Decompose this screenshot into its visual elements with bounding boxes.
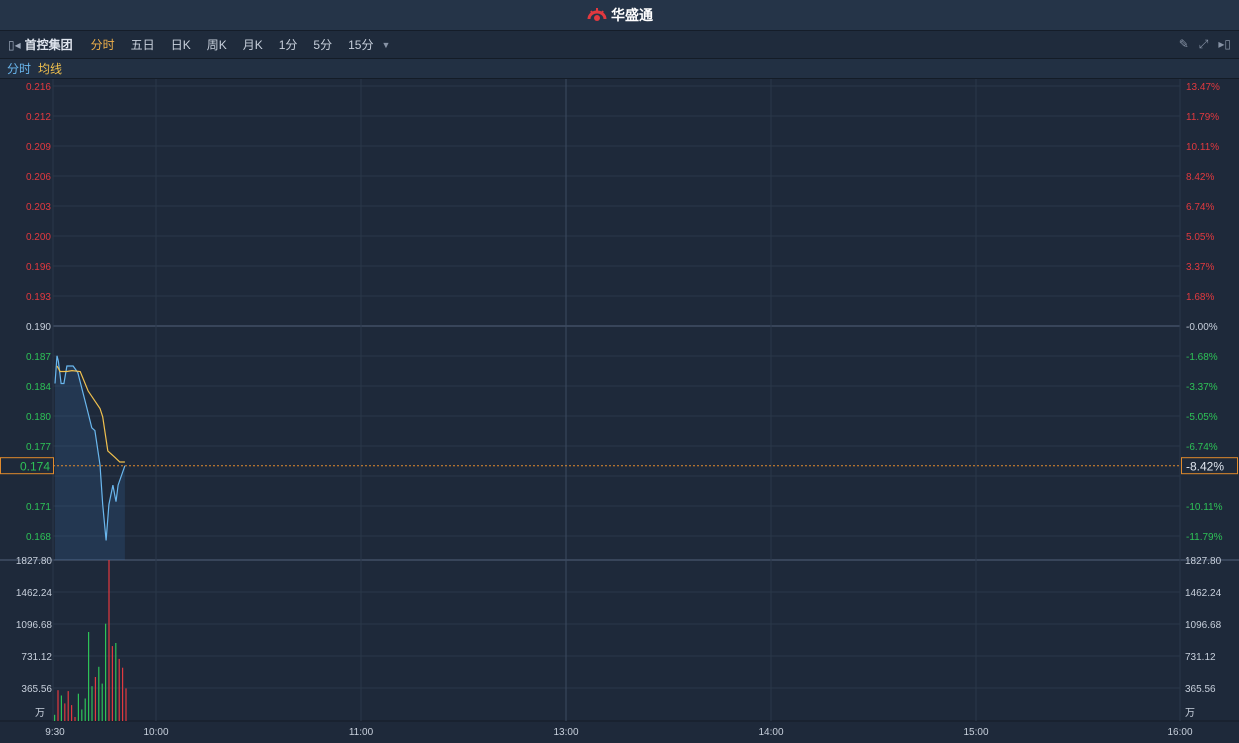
pct-axis-label: 6.74% <box>1186 202 1214 213</box>
volume-axis-label: 1462.24 <box>16 588 53 599</box>
volume-bar <box>54 714 56 721</box>
volume-bar <box>71 705 73 721</box>
price-axis-label: 0.180 <box>26 412 51 423</box>
volume-bar <box>111 646 113 721</box>
price-axis-label: 0.206 <box>26 172 51 183</box>
volume-unit-label-right: 万 <box>1185 708 1195 719</box>
price-axis-label: 0.168 <box>26 532 51 543</box>
pct-axis-label: 8.42% <box>1186 172 1214 183</box>
volume-axis-label: 1827.80 <box>16 556 53 567</box>
pct-axis-label: 10.11% <box>1186 142 1219 153</box>
volume-axis-label-right: 1462.24 <box>1185 588 1222 599</box>
current-pct-value: -8.42% <box>1186 460 1224 474</box>
price-axis-label: 0.187 <box>26 352 51 363</box>
price-axis-label: 0.184 <box>26 382 51 393</box>
price-axis-label: 0.193 <box>26 292 51 303</box>
price-axis-label: 0.177 <box>26 442 51 453</box>
volume-bar <box>81 709 83 721</box>
volume-bar <box>74 717 76 721</box>
intraday-chart: 0.216 13.47% 0.212 11.79% 0.209 10.11% 0.206 8.… <box>0 79 1239 738</box>
time-axis-label: 16:00 <box>1167 727 1192 738</box>
price-axis-label: 0.216 <box>26 82 51 93</box>
price-axis-label: 0.190 <box>26 322 51 333</box>
time-axis-label: 10:00 <box>143 727 168 738</box>
time-axis-label: 11:00 <box>349 727 374 738</box>
plot-area <box>53 79 1180 721</box>
volume-bar <box>57 690 59 721</box>
volume-axis-label-right: 365.56 <box>1185 684 1216 695</box>
pct-axis-label: -10.11% <box>1186 502 1223 513</box>
volume-axis-label: 365.56 <box>21 684 52 695</box>
time-axis-label: 15:00 <box>963 727 988 738</box>
pct-axis-label: -6.74% <box>1186 442 1218 453</box>
pct-axis-label: -11.79% <box>1186 532 1223 543</box>
volume-bar <box>88 632 90 721</box>
pct-axis-label: -3.37% <box>1186 382 1218 393</box>
price-axis-label: 0.196 <box>26 262 51 273</box>
volume-bar <box>67 691 69 721</box>
volume-bar <box>60 695 62 721</box>
pct-axis-label: -0.00% <box>1186 322 1218 333</box>
price-axis-label: 0.212 <box>26 112 51 123</box>
volume-bar <box>118 658 120 721</box>
current-price-value: 0.174 <box>20 460 50 474</box>
volume-bar <box>91 686 93 721</box>
volume-bar <box>115 643 117 721</box>
pct-axis-label: 13.47% <box>1186 82 1220 93</box>
volume-axis-label: 1096.68 <box>16 620 53 631</box>
volume-axis-label-right: 1096.68 <box>1185 620 1222 631</box>
volume-bar <box>94 677 96 721</box>
volume-bar <box>122 667 124 721</box>
volume-axis-label-right: 731.12 <box>1185 652 1216 663</box>
volume-bar <box>77 693 79 721</box>
volume-axis-label: 731.12 <box>21 652 52 663</box>
volume-bar <box>105 623 107 721</box>
volume-bar <box>64 703 66 721</box>
pct-axis-label: -5.05% <box>1186 412 1218 423</box>
volume-unit-label: 万 <box>35 708 45 719</box>
time-axis-label: 13:00 <box>553 727 578 738</box>
pct-axis-label: 3.37% <box>1186 262 1214 273</box>
volume-bar <box>125 688 127 721</box>
volume-bar <box>108 560 110 721</box>
time-axis-label: 14:00 <box>758 727 783 738</box>
volume-bar <box>98 666 100 721</box>
volume-bar <box>101 683 103 721</box>
price-axis-label: 0.203 <box>26 202 51 213</box>
volume-axis-label-right: 1827.80 <box>1185 556 1222 567</box>
pct-axis-label: 1.68% <box>1186 292 1214 303</box>
pct-axis-label: 5.05% <box>1186 232 1214 243</box>
pct-axis-label: 11.79% <box>1186 112 1219 123</box>
volume-bar <box>84 698 86 721</box>
price-axis-label: 0.209 <box>26 142 51 153</box>
time-axis-label: 9:30 <box>45 727 65 738</box>
pct-axis-label: -1.68% <box>1186 352 1218 363</box>
price-axis-label: 0.171 <box>26 502 51 513</box>
price-axis-label: 0.200 <box>26 232 51 243</box>
